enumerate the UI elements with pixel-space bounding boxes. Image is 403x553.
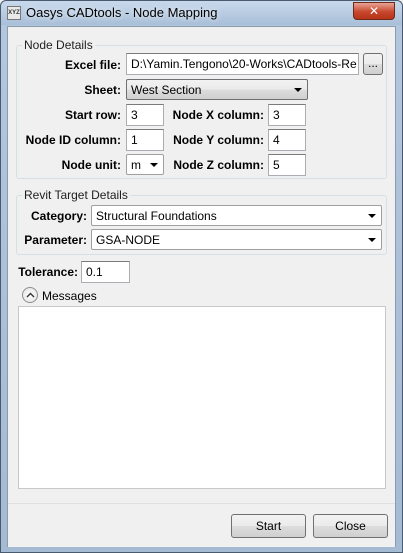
node-details-legend: Node Details — [22, 38, 95, 52]
revit-target-legend: Revit Target Details — [22, 188, 130, 202]
chevron-down-icon — [368, 238, 376, 242]
node-z-column-input[interactable]: 5 — [268, 154, 306, 176]
dialog-window: XYZ Oasys CADtools - Node Mapping ✕ Node… — [0, 0, 403, 553]
browse-button[interactable]: ... — [363, 53, 383, 75]
chevron-down-icon — [368, 214, 376, 218]
parameter-label: Parameter: — [24, 233, 87, 247]
category-label: Category: — [30, 209, 87, 223]
window-title: Oasys CADtools - Node Mapping — [26, 5, 218, 20]
sheet-dropdown-value: West Section — [131, 83, 202, 97]
node-y-column-input[interactable]: 4 — [268, 129, 306, 151]
messages-textarea[interactable] — [18, 306, 386, 489]
start-button[interactable]: Start — [231, 514, 306, 538]
title-bar[interactable]: XYZ Oasys CADtools - Node Mapping ✕ — [1, 1, 402, 25]
start-row-input[interactable]: 3 — [126, 104, 164, 126]
close-button[interactable]: Close — [313, 514, 388, 538]
node-details-group: Node Details Excel file: D:\Yamin.Tengon… — [16, 38, 387, 179]
excel-file-input[interactable]: D:\Yamin.Tengono\20-Works\CADtools-Re — [126, 53, 359, 75]
node-unit-dropdown[interactable]: m — [126, 154, 164, 175]
sheet-dropdown[interactable]: West Section — [126, 79, 308, 100]
messages-expander-button[interactable] — [22, 287, 38, 303]
node-x-column-input[interactable]: 3 — [268, 104, 306, 126]
tolerance-label: Tolerance: — [18, 265, 78, 279]
window-close-button[interactable]: ✕ — [353, 2, 395, 20]
node-unit-label: Node unit: — [61, 158, 121, 172]
chevron-down-icon — [150, 163, 158, 167]
node-unit-dropdown-value: m — [131, 158, 141, 172]
start-row-label: Start row: — [64, 108, 121, 122]
parameter-dropdown-value: GSA-NODE — [96, 233, 161, 247]
revit-target-group: Revit Target Details Category: Structura… — [16, 188, 387, 255]
node-z-column-label: Node Z column: — [173, 158, 264, 172]
app-icon: XYZ — [7, 6, 21, 20]
chevron-up-icon — [26, 292, 35, 298]
category-dropdown-value: Structural Foundations — [96, 209, 217, 223]
node-id-column-input[interactable]: 1 — [126, 129, 164, 151]
chevron-down-icon — [294, 88, 302, 92]
parameter-dropdown[interactable]: GSA-NODE — [91, 229, 382, 250]
category-dropdown[interactable]: Structural Foundations — [91, 205, 382, 226]
messages-label: Messages — [42, 289, 97, 303]
excel-file-label: Excel file: — [64, 58, 121, 72]
sheet-label: Sheet: — [84, 83, 121, 97]
node-x-column-label: Node X column: — [172, 108, 264, 122]
node-id-column-label: Node ID column: — [25, 133, 121, 147]
node-y-column-label: Node Y column: — [173, 133, 264, 147]
button-bar: Start Close — [8, 503, 395, 547]
tolerance-input[interactable]: 0.1 — [81, 261, 130, 283]
dialog-client-area: Node Details Excel file: D:\Yamin.Tengon… — [7, 26, 396, 547]
